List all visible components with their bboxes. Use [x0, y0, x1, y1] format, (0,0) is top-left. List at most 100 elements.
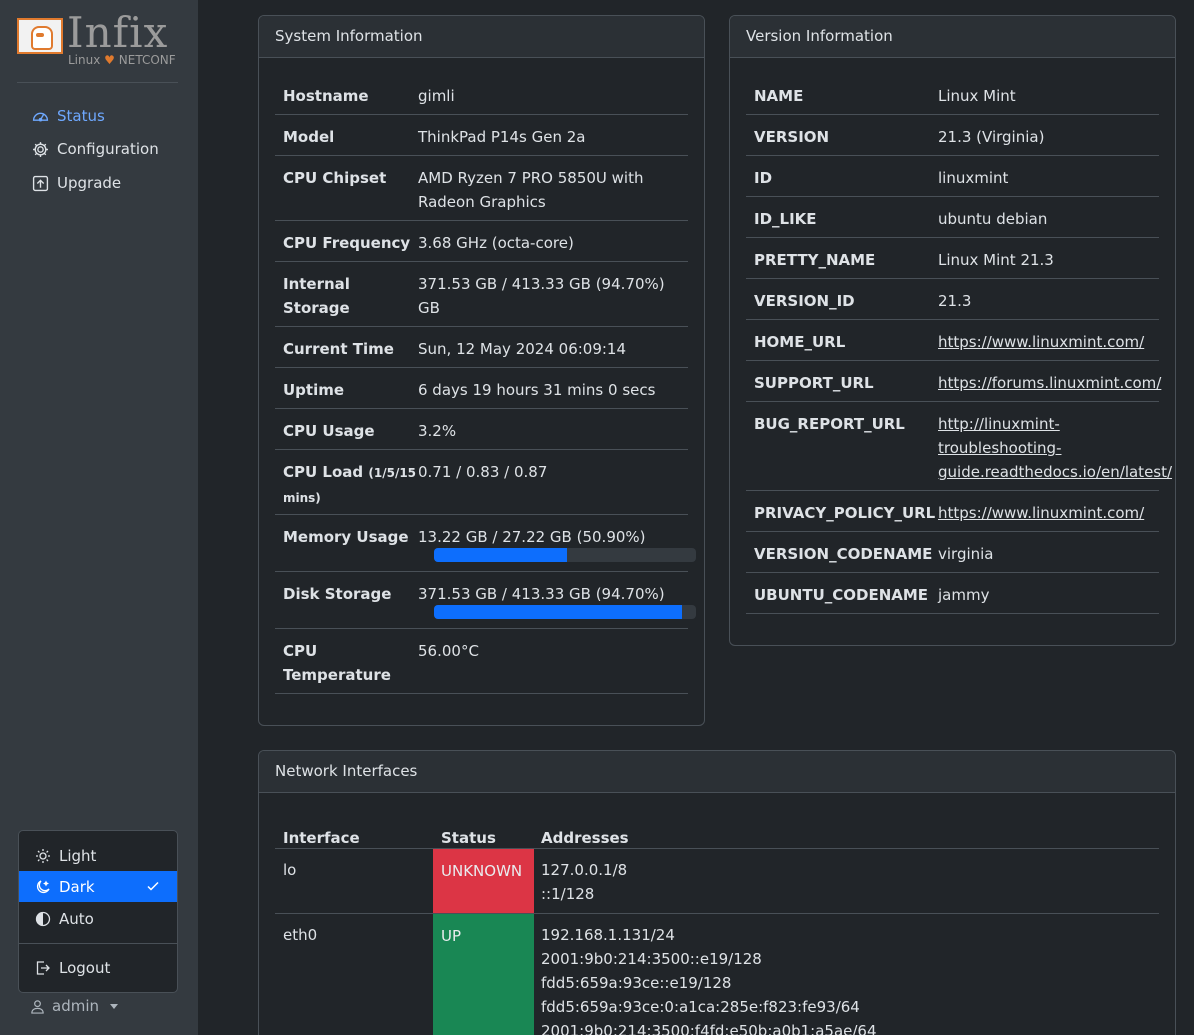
table-row: CPU Frequency 3.68 GHz (octa-core) [275, 221, 688, 262]
row-value: Linux Mint 21.3 [938, 251, 1054, 269]
interface-name: lo [283, 861, 297, 879]
disk-storage-bar [434, 605, 683, 619]
theme-auto-option[interactable]: Auto [19, 903, 177, 934]
theme-dark-label: Dark [59, 877, 95, 896]
row-value: virginia [938, 545, 994, 563]
sidebar-divider [17, 82, 178, 83]
row-key: CPU Chipset [283, 169, 387, 187]
row-value: ubuntu debian [938, 210, 1048, 228]
table-row: Uptime 6 days 19 hours 31 mins 0 secs [275, 368, 688, 409]
row-key: Internal Storage [283, 275, 350, 317]
table-row: VERSION_CODENAME virginia [746, 532, 1159, 573]
nav-upgrade-label: Upgrade [57, 174, 122, 192]
row-key: Uptime [283, 381, 345, 399]
gear-icon [33, 141, 48, 157]
table-row: VERSION_ID 21.3 [746, 279, 1159, 320]
home-url-link[interactable]: https://www.linuxmint.com/ [938, 330, 1144, 354]
logo-subtitle: Linux ♥ NETCONF [68, 53, 176, 67]
row-value: 6 days 19 hours 31 mins 0 secs [418, 381, 656, 399]
logo-text: Infix [67, 8, 169, 57]
row-key: VERSION [754, 128, 830, 146]
infix-logo[interactable]: Infix Linux ♥ NETCONF [17, 8, 179, 72]
row-key: ID [754, 169, 773, 187]
table-row: UBUNTU_CODENAME jammy [746, 573, 1159, 614]
theme-dropdown-menu: Light Dark Auto Logout [18, 830, 178, 993]
row-key: Disk Storage [283, 585, 392, 603]
table-row: ID_LIKE ubuntu debian [746, 197, 1159, 238]
row-divider [275, 913, 1159, 914]
table-row: Disk Storage 371.53 GB / 413.33 GB (94.7… [275, 572, 696, 629]
row-key: VERSION_CODENAME [754, 545, 933, 563]
row-value: ThinkPad P14s Gen 2a [418, 128, 586, 146]
username: admin [52, 997, 99, 1015]
nav-status[interactable]: Status [32, 105, 105, 127]
column-header-status: Status [441, 829, 496, 847]
support-url-link[interactable]: https://forums.linuxmint.com/ [938, 371, 1161, 395]
nav-configuration[interactable]: Configuration [32, 138, 159, 160]
row-value: 21.3 (Virginia) [938, 128, 1045, 146]
speedometer-icon [32, 112, 49, 121]
row-value: 371.53 GB / 413.33 GB (94.70%) [418, 585, 665, 603]
bug-report-url-link[interactable]: http://linuxmint-troubleshooting-guide.r… [938, 412, 1172, 484]
row-key: SUPPORT_URL [754, 374, 874, 392]
status-badge: UNKNOWN [433, 849, 534, 913]
table-row: SUPPORT_URL https://forums.linuxmint.com… [746, 361, 1161, 402]
row-value: 56.00°C [418, 642, 479, 660]
table-row: Model ThinkPad P14s Gen 2a [275, 115, 688, 156]
table-row: VERSION 21.3 (Virginia) [746, 115, 1159, 156]
row-value: gimli [418, 87, 455, 105]
table-row: Internal Storage 371.53 GB / 413.33 GB (9… [275, 262, 688, 327]
table-row: NAME Linux Mint [746, 74, 1159, 115]
table-row: CPU Temperature 56.00°C [275, 629, 688, 694]
header-divider [275, 848, 1159, 849]
table-row: CPU Usage 3.2% [275, 409, 688, 450]
table-row: HOME_URL https://www.linuxmint.com/ [746, 320, 1159, 361]
upload-box-icon [32, 175, 49, 191]
row-value: jammy [938, 586, 990, 604]
row-key: UBUNTU_CODENAME [754, 586, 929, 604]
row-value: AMD Ryzen 7 PRO 5850U with Radeon Graphic… [418, 169, 644, 211]
row-value: 21.3 [938, 292, 972, 310]
address-list: 192.168.1.131/24 2001:9b0:214:3500::e19/1… [541, 926, 877, 1035]
status-badge: UP [433, 914, 534, 1035]
row-key: CPU Usage [283, 422, 375, 440]
table-row: Memory Usage 13.22 GB / 27.22 GB (50.90%… [275, 515, 696, 572]
nav-upgrade[interactable]: Upgrade [32, 172, 121, 194]
check-icon [147, 881, 159, 891]
row-key: PRIVACY_POLICY_URL [754, 504, 936, 522]
row-key: CPU Temperature [283, 642, 391, 684]
table-row: Hostname gimli [275, 74, 688, 115]
memory-usage-progress [434, 548, 696, 562]
user-menu-toggle[interactable]: admin [30, 997, 118, 1015]
table-row: PRIVACY_POLICY_URL https://www.linuxmint… [746, 491, 1159, 532]
sidebar: Infix Linux ♥ NETCONF Status Configurati… [0, 0, 198, 1035]
row-key: BUG_REPORT_URL [754, 415, 905, 433]
version-information-card: Version Information NAME Linux Mint VERS… [729, 15, 1176, 646]
table-row: PRETTY_NAME Linux Mint 21.3 [746, 238, 1159, 279]
table-row: BUG_REPORT_URL http://linuxmint-troubles… [746, 402, 1172, 491]
sun-icon [36, 848, 50, 863]
row-value: 3.68 GHz (octa-core) [418, 234, 574, 252]
logout-label: Logout [59, 958, 111, 977]
heart-icon: ♥ [104, 53, 115, 67]
system-information-title: System Information [259, 16, 704, 58]
row-key: Memory Usage [283, 528, 409, 546]
circle-half-icon [35, 911, 51, 926]
privacy-policy-url-link[interactable]: https://www.linuxmint.com/ [938, 501, 1144, 525]
theme-dark-option[interactable]: Dark [19, 871, 177, 902]
row-value: 3.2% [418, 422, 457, 440]
theme-divider [19, 943, 177, 944]
memory-usage-bar [434, 548, 568, 562]
row-key: VERSION_ID [754, 292, 855, 310]
moon-stars-icon [37, 879, 50, 893]
logout-icon [36, 960, 50, 975]
caret-down-icon [110, 1003, 118, 1009]
row-value: Linux Mint [938, 87, 1016, 105]
row-key: PRETTY_NAME [754, 251, 876, 269]
table-row: CPU Load (1/5/15 mins) 0.71 / 0.83 / 0.87 [275, 450, 688, 515]
row-value: 371.53 GB / 413.33 GB (94.70%) GB [418, 275, 665, 317]
system-information-card: System Information Hostname gimli Model … [258, 15, 705, 726]
logout-option[interactable]: Logout [19, 952, 177, 983]
theme-light-option[interactable]: Light [19, 840, 177, 871]
row-value: linuxmint [938, 169, 1009, 187]
